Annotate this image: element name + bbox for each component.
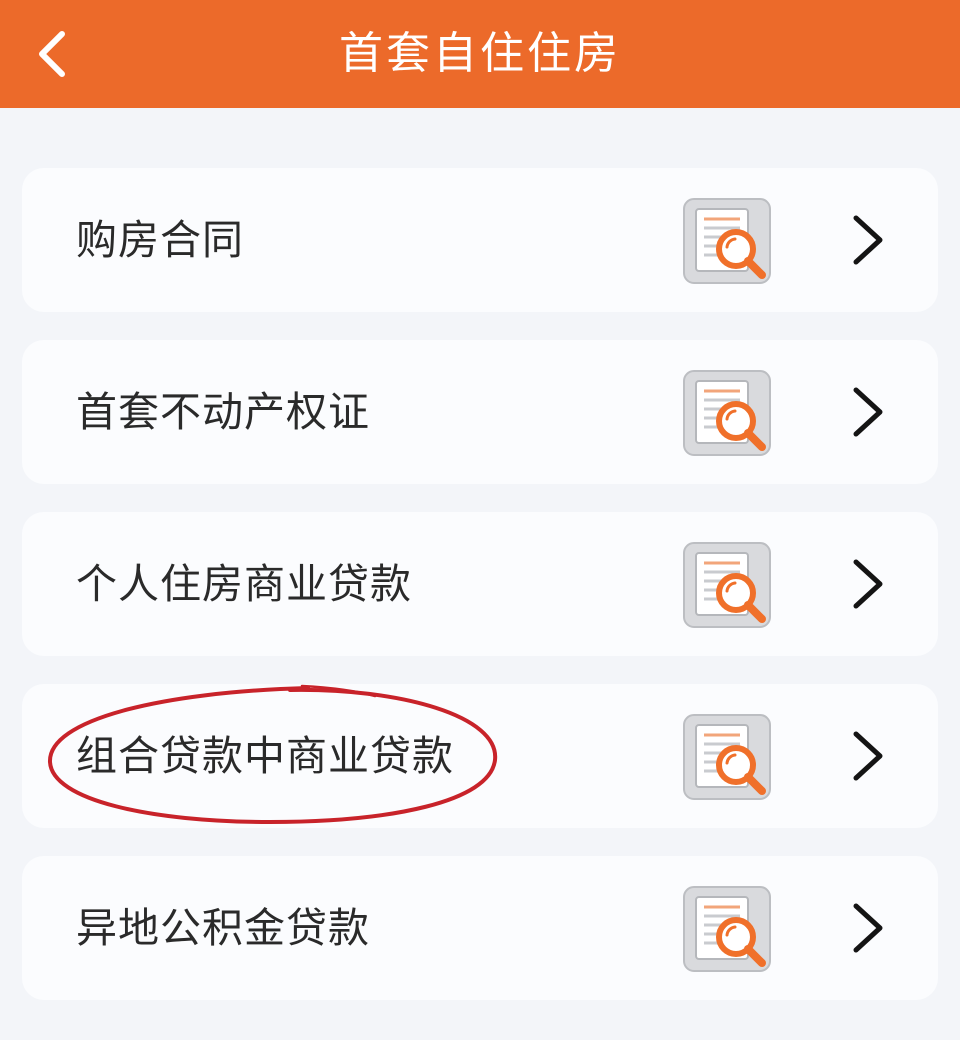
chevron-right-icon [848, 384, 888, 440]
list-item-purchase-contract[interactable]: 购房合同 [22, 168, 938, 312]
document-search-icon [682, 713, 772, 801]
chevron-right-icon [848, 900, 888, 956]
chevron-right-icon [848, 212, 888, 268]
page-title: 首套自住住房 [339, 28, 621, 79]
list-item-label: 异地公积金贷款 [76, 904, 370, 952]
document-search-icon [682, 885, 772, 973]
list-item-combined-loan-commercial[interactable]: 组合贷款中商业贷款 [22, 684, 938, 828]
app-header: 首套自住住房 [0, 0, 960, 108]
list-item-commercial-loan[interactable]: 个人住房商业贷款 [22, 512, 938, 656]
document-search-icon [682, 541, 772, 629]
list-item-property-certificate[interactable]: 首套不动产权证 [22, 340, 938, 484]
list-item-label: 组合贷款中商业贷款 [76, 732, 454, 780]
list-item-label: 首套不动产权证 [76, 388, 370, 436]
chevron-right-icon [848, 556, 888, 612]
list-item-label: 个人住房商业贷款 [76, 560, 412, 608]
document-search-icon [682, 369, 772, 457]
list-item-remote-fund-loan[interactable]: 异地公积金贷款 [22, 856, 938, 1000]
document-search-icon [682, 197, 772, 285]
chevron-right-icon [848, 728, 888, 784]
document-list: 购房合同 首套不动产权证 个人住房商业贷款 组合贷款中商业贷款 异地公积金贷款 [22, 168, 938, 1028]
list-item-label: 购房合同 [76, 216, 244, 264]
